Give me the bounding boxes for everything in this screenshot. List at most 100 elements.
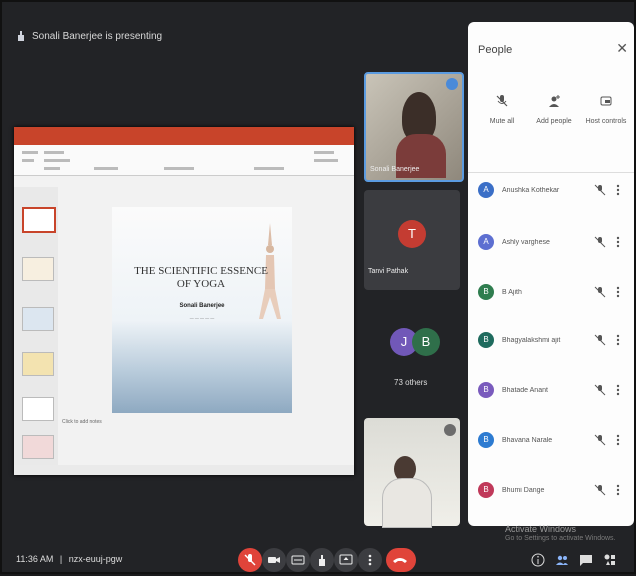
- participant-name: Ashly varghese: [502, 238, 550, 246]
- mic-off-icon[interactable]: [594, 384, 606, 396]
- participant-row[interactable]: B Bhavana Narale: [478, 428, 630, 452]
- raise-hand-button[interactable]: [310, 548, 334, 572]
- more-vert-icon[interactable]: [616, 236, 620, 248]
- more-vert-icon[interactable]: [616, 184, 620, 196]
- more-vert-icon[interactable]: [616, 334, 620, 346]
- end-call-button[interactable]: [386, 548, 416, 572]
- mic-off-icon[interactable]: [594, 184, 606, 196]
- meeting-info-separator: |: [59, 554, 63, 564]
- info-icon: [531, 553, 545, 567]
- participant-avatar: B: [478, 332, 494, 348]
- presenter-video-tile[interactable]: Sonali Banerjee: [364, 72, 464, 182]
- participant-name: Bhagyalakshmi ajit: [502, 336, 561, 344]
- mic-off-icon: [496, 95, 508, 107]
- tile-name-label: Sonali Banerjee: [370, 166, 420, 173]
- participant-avatar: T: [398, 220, 426, 248]
- present-button[interactable]: [334, 548, 358, 572]
- participant-row[interactable]: A Ashly varghese: [478, 230, 630, 254]
- participant-row[interactable]: B Bhatade Anant: [478, 378, 630, 402]
- meeting-details-button[interactable]: [526, 548, 550, 572]
- people-panel: People ✕ Mute all Add people Host contro…: [468, 22, 634, 526]
- participant-avatar: B: [478, 284, 494, 300]
- more-vert-icon[interactable]: [616, 286, 620, 298]
- present-screen-icon: [339, 554, 353, 565]
- mic-off-icon[interactable]: [594, 334, 606, 346]
- panel-title: People: [478, 44, 513, 56]
- participant-video-tile[interactable]: [364, 418, 460, 528]
- participant-avatar: A: [478, 234, 494, 250]
- ppt-ribbon-tabs: [14, 137, 354, 145]
- slide-thumb[interactable]: [22, 257, 54, 281]
- mic-off-icon[interactable]: [594, 286, 606, 298]
- participant-avatar: B: [478, 382, 494, 398]
- present-icon: [18, 31, 24, 41]
- shapes-icon: [604, 554, 615, 565]
- camera-icon: [268, 557, 280, 563]
- participant-row[interactable]: B B Ajith: [478, 280, 630, 304]
- slide-thumb[interactable]: [22, 352, 54, 376]
- more-options-button[interactable]: [358, 548, 382, 572]
- mute-all-label: Mute all: [489, 118, 515, 125]
- mic-status-icon: [444, 424, 456, 436]
- people-icon: [556, 555, 568, 565]
- mic-toggle-button[interactable]: [238, 548, 262, 572]
- presenting-text: Sonali Banerjee is presenting: [32, 30, 163, 42]
- close-icon[interactable]: ✕: [616, 40, 628, 57]
- slide-thumb[interactable]: [22, 435, 54, 459]
- panel-divider: [468, 172, 634, 173]
- participant-name: Bhavana Narale: [502, 436, 553, 444]
- call-end-icon: [393, 558, 407, 563]
- others-tile[interactable]: J B: [364, 300, 460, 404]
- host-controls-button[interactable]: Host controls: [582, 94, 630, 125]
- add-people-button[interactable]: Add people: [530, 94, 578, 125]
- meeting-info: 11:36 AM | nzx-euuj-pgw: [16, 554, 122, 564]
- participant-row[interactable]: B Bhagyalakshmi ajit: [478, 328, 630, 352]
- more-vert-icon[interactable]: [616, 384, 620, 396]
- activities-button[interactable]: [598, 548, 622, 572]
- activate-windows-watermark: Activate Windows: [505, 524, 577, 534]
- hand-icon: [319, 555, 325, 566]
- current-slide: THE SCIENTIFIC ESSENCE OF YOGA Sonali Ba…: [112, 207, 292, 413]
- mic-off-icon[interactable]: [594, 434, 606, 446]
- shared-screen: THE SCIENTIFIC ESSENCE OF YOGA Sonali Ba…: [14, 127, 354, 475]
- participant-name: Bhatade Anant: [502, 386, 548, 394]
- mic-off-icon[interactable]: [594, 236, 606, 248]
- participant-avatar: A: [478, 182, 494, 198]
- others-count: 73 others: [394, 378, 428, 387]
- camera-toggle-button[interactable]: [262, 548, 286, 572]
- shield-icon: [600, 96, 612, 106]
- more-vert-icon[interactable]: [616, 484, 620, 496]
- slide-thumb[interactable]: [22, 397, 54, 421]
- mute-all-button[interactable]: Mute all: [478, 94, 526, 125]
- speaking-indicator-icon: [446, 78, 458, 90]
- add-people-label: Add people: [536, 118, 572, 125]
- captions-button[interactable]: [286, 548, 310, 572]
- participant-tile-t[interactable]: T Tanvi Pathak: [364, 190, 460, 290]
- slide-title: THE SCIENTIFIC ESSENCE OF YOGA: [134, 265, 268, 290]
- participant-name: Anushka Kothekar: [502, 186, 560, 194]
- presenting-banner: Sonali Banerjee is presenting: [16, 30, 162, 42]
- chat-icon: [580, 555, 592, 566]
- chat-button[interactable]: [574, 548, 598, 572]
- meeting-time: 11:36 AM: [16, 554, 54, 564]
- notes-area[interactable]: Click to add notes: [62, 419, 102, 425]
- others-avatar-2: B: [412, 328, 440, 356]
- captions-icon: [291, 555, 305, 565]
- participant-row[interactable]: B Bhumi Dange: [478, 478, 630, 502]
- people-button[interactable]: [550, 548, 574, 572]
- slide-thumbnails[interactable]: [14, 187, 58, 465]
- ppt-statusbar: [14, 465, 354, 475]
- ppt-titlebar: [14, 127, 354, 137]
- participant-name: Bhumi Dange: [502, 486, 545, 494]
- slide-presenter-name: Sonali Banerjee: [179, 303, 225, 309]
- participant-row[interactable]: A Anushka Kothekar: [478, 178, 630, 202]
- meet-window: Sonali Banerjee is presenting THE SCIENT…: [0, 0, 636, 574]
- participant-name: B Ajith: [502, 288, 522, 296]
- slide-thumb[interactable]: [22, 207, 56, 233]
- participant-avatar: B: [478, 482, 494, 498]
- ppt-ribbon: [14, 145, 354, 176]
- mic-off-icon: [244, 554, 256, 566]
- mic-off-icon[interactable]: [594, 484, 606, 496]
- more-vert-icon[interactable]: [616, 434, 620, 446]
- slide-thumb[interactable]: [22, 307, 54, 331]
